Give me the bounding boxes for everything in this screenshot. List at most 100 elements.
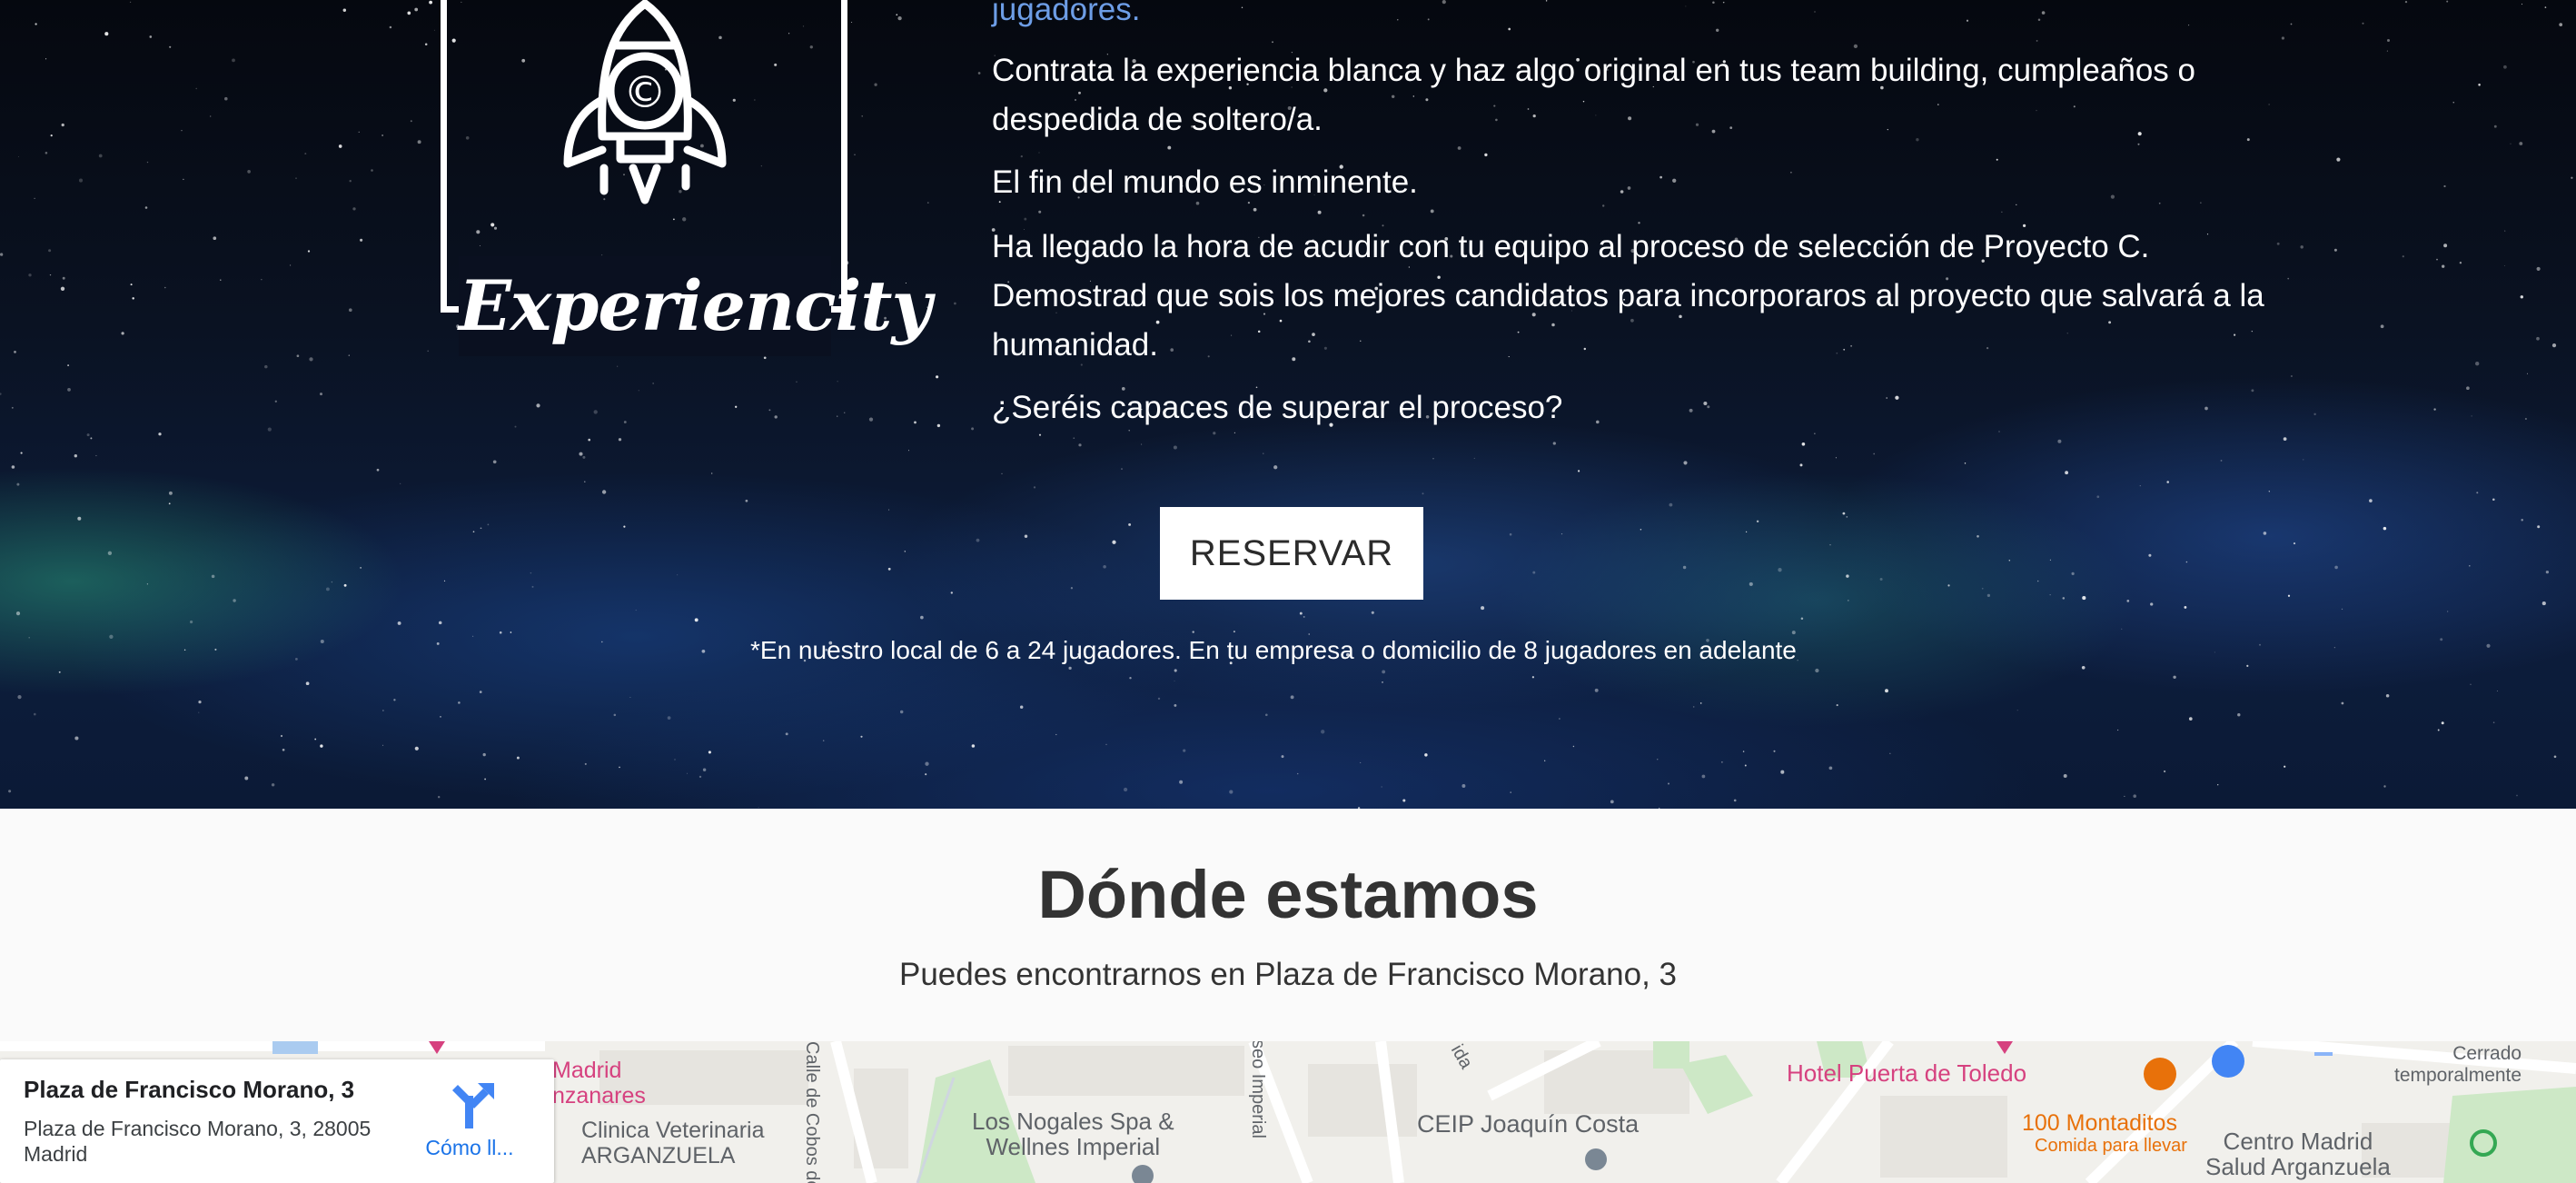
map-label-centro-salud[interactable]: Centro Madrid Salud Arganzuela	[2205, 1128, 2391, 1179]
map-label-montaditos[interactable]: 100 Montaditos	[2022, 1110, 2177, 1137]
star	[907, 450, 910, 452]
star	[2524, 417, 2527, 421]
star	[397, 621, 401, 625]
star	[67, 388, 71, 392]
star	[861, 115, 863, 117]
star	[280, 734, 283, 738]
star	[2041, 11, 2046, 15]
star	[183, 649, 186, 651]
star	[436, 641, 440, 645]
star	[1317, 210, 1322, 214]
star	[232, 58, 235, 63]
star	[1253, 207, 1257, 212]
star	[130, 283, 133, 286]
star	[438, 621, 442, 625]
star	[1233, 631, 1235, 633]
star	[1078, 443, 1082, 447]
place-title[interactable]: Plaza de Francisco Morano, 3	[24, 1076, 354, 1104]
star	[977, 72, 981, 75]
star	[1701, 774, 1706, 779]
map-label-hotel[interactable]: Hotel Puerta de Toledo	[1787, 1059, 2026, 1088]
star	[2571, 176, 2573, 179]
star	[1699, 702, 1702, 704]
star	[15, 611, 21, 616]
map-label-nogales[interactable]: Los Nogales Spa & Wellnes Imperial	[972, 1108, 1174, 1159]
star	[1964, 462, 1967, 464]
star	[785, 732, 788, 736]
directions-button[interactable]: Cómo ll...	[411, 1076, 529, 1159]
star	[381, 134, 383, 136]
star	[2001, 211, 2003, 213]
star	[121, 332, 124, 335]
players-footnote: *En nuestro local de 6 a 24 jugadores. E…	[750, 636, 1797, 664]
star	[296, 354, 300, 358]
star	[1756, 520, 1759, 523]
star	[2121, 628, 2123, 630]
star	[2536, 266, 2541, 271]
star	[2452, 102, 2454, 104]
star	[588, 438, 591, 442]
star	[1778, 568, 1782, 572]
star	[976, 538, 980, 542]
star	[2126, 600, 2130, 602]
reserve-button[interactable]: RESERVAR	[1160, 507, 1423, 600]
star	[2440, 638, 2443, 641]
star	[1510, 791, 1511, 793]
star	[1815, 668, 1819, 673]
star	[2333, 248, 2337, 252]
star	[2185, 561, 2188, 563]
star	[1721, 761, 1723, 763]
star	[1578, 470, 1580, 472]
star	[132, 297, 134, 300]
star	[1303, 615, 1305, 618]
star	[1685, 5, 1687, 7]
star	[1657, 759, 1659, 760]
star	[472, 635, 474, 637]
star	[487, 523, 490, 526]
map-label-ceip[interactable]: CEIP Joaquín Costa	[1417, 1110, 1639, 1138]
star	[1744, 764, 1747, 767]
star	[2362, 22, 2364, 25]
star	[282, 748, 285, 751]
star	[584, 762, 587, 765]
star	[295, 658, 298, 661]
paragraph-end-world: El fin del mundo es inminente.	[992, 164, 1418, 200]
star	[774, 415, 778, 419]
star	[2071, 572, 2075, 576]
star	[2237, 713, 2241, 717]
star	[244, 776, 249, 780]
star	[2443, 244, 2448, 248]
star	[1640, 529, 1642, 531]
star	[220, 279, 222, 281]
star	[1682, 565, 1687, 570]
star	[1560, 533, 1563, 535]
star	[2166, 481, 2169, 483]
map-label-clinica[interactable]: Clinica Veterinaria ARGANZUELA	[581, 1118, 765, 1168]
players-link[interactable]: jugadores.	[992, 0, 1140, 35]
star	[686, 772, 688, 774]
star	[34, 197, 35, 200]
star	[1552, 442, 1556, 445]
star	[1544, 760, 1546, 761]
star	[2036, 39, 2038, 42]
star	[271, 783, 275, 787]
star	[601, 490, 607, 494]
star	[796, 381, 798, 383]
star	[484, 778, 486, 780]
star	[1272, 41, 1273, 44]
star	[417, 140, 421, 144]
star	[735, 405, 738, 408]
directions-icon	[452, 1083, 494, 1128]
star	[1799, 463, 1803, 467]
star	[2559, 23, 2563, 26]
star	[694, 618, 698, 622]
paragraph-intro: Contrata la experiencia blanca y haz alg…	[992, 53, 2195, 137]
star	[2516, 794, 2518, 797]
star	[1308, 633, 1310, 635]
star	[382, 710, 384, 711]
star	[1545, 0, 1548, 2]
star	[1733, 799, 1737, 802]
star	[429, 0, 433, 5]
star	[58, 671, 61, 673]
star	[1814, 432, 1816, 434]
